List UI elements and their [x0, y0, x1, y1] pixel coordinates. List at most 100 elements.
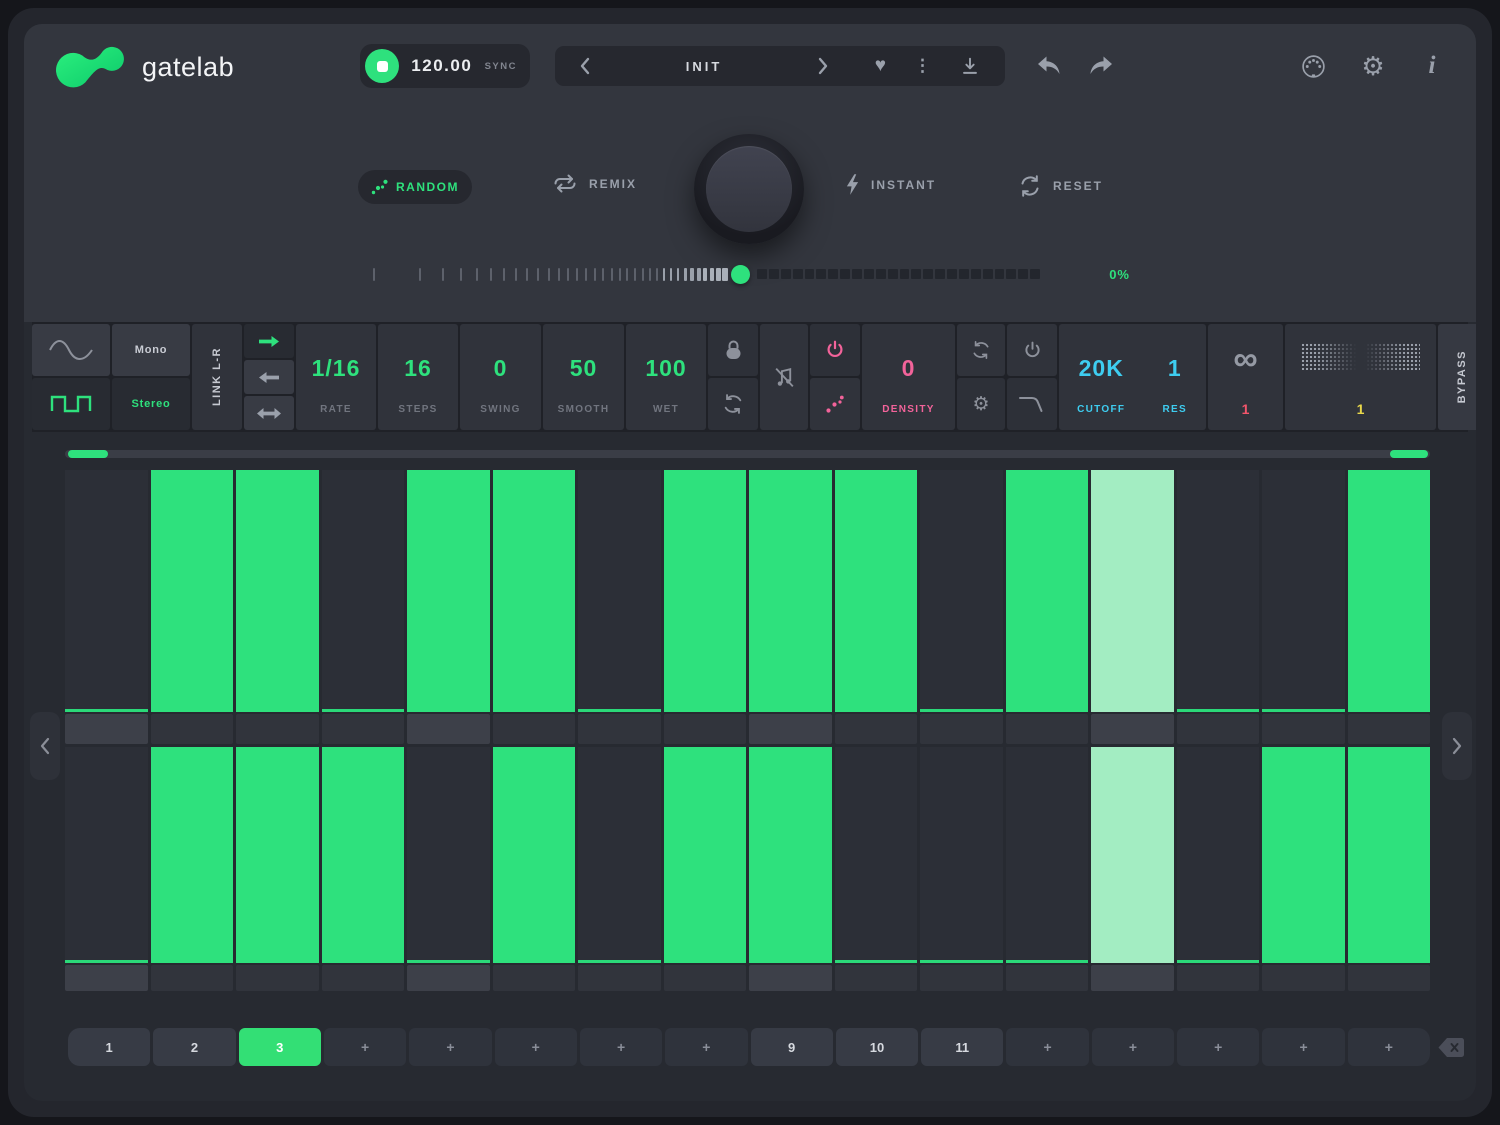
- step-accent-cell-12[interactable]: [1006, 965, 1089, 991]
- step-accent-cell-16[interactable]: [1348, 965, 1431, 991]
- favorite-button[interactable]: ♥: [871, 51, 890, 81]
- cycle-button[interactable]: [708, 378, 758, 430]
- stereo-button[interactable]: Stereo: [112, 378, 190, 430]
- filter-cycle-button[interactable]: [957, 324, 1005, 376]
- step-cell-13[interactable]: [1091, 470, 1174, 712]
- next-preset-button[interactable]: [813, 53, 833, 79]
- bypass-button[interactable]: BYPASS: [1438, 324, 1476, 430]
- lock-button[interactable]: [708, 324, 758, 376]
- reset-button[interactable]: RESET: [1018, 174, 1103, 198]
- filter-power-button[interactable]: [1007, 324, 1057, 376]
- pattern-add-slot-7[interactable]: +: [580, 1028, 662, 1066]
- steps-control[interactable]: 16 STEPS: [378, 324, 458, 430]
- preset-name[interactable]: INIT: [595, 59, 813, 74]
- bpm-display[interactable]: 120.00: [399, 56, 485, 76]
- step-accent-cell-15[interactable]: [1262, 714, 1345, 744]
- prev-preset-button[interactable]: [575, 53, 595, 79]
- pattern-add-slot-12[interactable]: +: [1006, 1028, 1088, 1066]
- step-accent-cell-16[interactable]: [1348, 714, 1431, 744]
- step-accent-cell-10[interactable]: [835, 714, 918, 744]
- step-cell-3[interactable]: [236, 470, 319, 712]
- step-cell-6[interactable]: [493, 470, 576, 712]
- step-accent-cell-8[interactable]: [664, 965, 747, 991]
- slider-handle[interactable]: [731, 265, 750, 284]
- step-cell-16[interactable]: [1348, 747, 1431, 963]
- step-cell-15[interactable]: [1262, 747, 1345, 963]
- step-accent-cell-1[interactable]: [65, 965, 148, 991]
- loop-start-handle[interactable]: [68, 450, 108, 458]
- density-random-button[interactable]: [810, 378, 860, 430]
- step-accent-cell-10[interactable]: [835, 965, 918, 991]
- step-accent-cell-13[interactable]: [1091, 965, 1174, 991]
- step-cell-10[interactable]: [835, 470, 918, 712]
- step-accent-cell-5[interactable]: [407, 965, 490, 991]
- step-accent-cell-6[interactable]: [493, 714, 576, 744]
- preset-menu-button[interactable]: ⋮: [910, 52, 935, 80]
- pattern-add-slot-14[interactable]: +: [1177, 1028, 1259, 1066]
- step-cell-4[interactable]: [322, 747, 405, 963]
- step-cell-7[interactable]: [578, 470, 661, 712]
- settings-button[interactable]: ⚙: [1356, 49, 1390, 83]
- step-cell-5[interactable]: [407, 470, 490, 712]
- wet-control[interactable]: 100 WET: [626, 324, 706, 430]
- pattern-slot-11[interactable]: 11: [921, 1028, 1003, 1066]
- sine-wave-button[interactable]: [32, 324, 110, 376]
- step-accent-cell-7[interactable]: [578, 714, 661, 744]
- link-lr-button[interactable]: LINK L-R: [192, 324, 242, 430]
- step-cell-6[interactable]: [493, 747, 576, 963]
- cutoff-control[interactable]: 20K CUTOFF: [1059, 324, 1143, 430]
- pattern-slot-9[interactable]: 9: [751, 1028, 833, 1066]
- pattern-add-slot-5[interactable]: +: [409, 1028, 491, 1066]
- pattern-slot-2[interactable]: 2: [153, 1028, 235, 1066]
- infinity-control[interactable]: ∞ 1: [1208, 324, 1283, 430]
- step-accent-cell-4[interactable]: [322, 965, 405, 991]
- pattern-add-slot-8[interactable]: +: [665, 1028, 747, 1066]
- step-accent-cell-3[interactable]: [236, 714, 319, 744]
- density-power-button[interactable]: [810, 324, 860, 376]
- pattern-add-slot-16[interactable]: +: [1348, 1028, 1430, 1066]
- pattern-add-slot-13[interactable]: +: [1092, 1028, 1174, 1066]
- step-accent-cell-5[interactable]: [407, 714, 490, 744]
- delete-pattern-button[interactable]: [1436, 1037, 1466, 1059]
- midi-button[interactable]: [1296, 49, 1330, 83]
- step-cell-11[interactable]: [920, 747, 1003, 963]
- step-cell-12[interactable]: [1006, 470, 1089, 712]
- pattern-slot-3[interactable]: 3: [239, 1028, 321, 1066]
- step-cell-9[interactable]: [749, 470, 832, 712]
- step-accent-cell-11[interactable]: [920, 714, 1003, 744]
- remix-button[interactable]: REMIX: [552, 174, 637, 193]
- save-preset-button[interactable]: [955, 51, 985, 81]
- density-control[interactable]: 0 DENSITY: [862, 324, 955, 430]
- step-cell-13[interactable]: [1091, 747, 1174, 963]
- prev-page-button[interactable]: [30, 712, 60, 780]
- step-cell-2[interactable]: [151, 470, 234, 712]
- pattern-add-slot-15[interactable]: +: [1262, 1028, 1344, 1066]
- random-button[interactable]: RANDOM: [358, 170, 472, 204]
- mono-button[interactable]: Mono: [112, 324, 190, 376]
- step-cell-8[interactable]: [664, 747, 747, 963]
- macro-amount-slider[interactable]: 0%: [370, 260, 1132, 288]
- pattern-slot-10[interactable]: 10: [836, 1028, 918, 1066]
- loop-range-slider[interactable]: [65, 450, 1430, 458]
- step-accent-cell-9[interactable]: [749, 965, 832, 991]
- pattern-add-slot-6[interactable]: +: [495, 1028, 577, 1066]
- step-accent-cell-6[interactable]: [493, 965, 576, 991]
- step-accent-cell-14[interactable]: [1177, 714, 1260, 744]
- noise-control[interactable]: 1: [1285, 324, 1436, 430]
- step-accent-cell-2[interactable]: [151, 965, 234, 991]
- redo-button[interactable]: [1083, 49, 1117, 83]
- direction-backward-button[interactable]: [244, 360, 294, 394]
- step-accent-cell-1[interactable]: [65, 714, 148, 744]
- step-accent-cell-15[interactable]: [1262, 965, 1345, 991]
- step-cell-7[interactable]: [578, 747, 661, 963]
- sync-toggle[interactable]: SYNC: [485, 61, 517, 72]
- step-cell-9[interactable]: [749, 747, 832, 963]
- step-accent-cell-13[interactable]: [1091, 714, 1174, 744]
- step-cell-12[interactable]: [1006, 747, 1089, 963]
- step-cell-14[interactable]: [1177, 747, 1260, 963]
- step-cell-3[interactable]: [236, 747, 319, 963]
- step-accent-cell-7[interactable]: [578, 965, 661, 991]
- pattern-slot-1[interactable]: 1: [68, 1028, 150, 1066]
- step-cell-1[interactable]: [65, 470, 148, 712]
- direction-forward-button[interactable]: [244, 324, 294, 358]
